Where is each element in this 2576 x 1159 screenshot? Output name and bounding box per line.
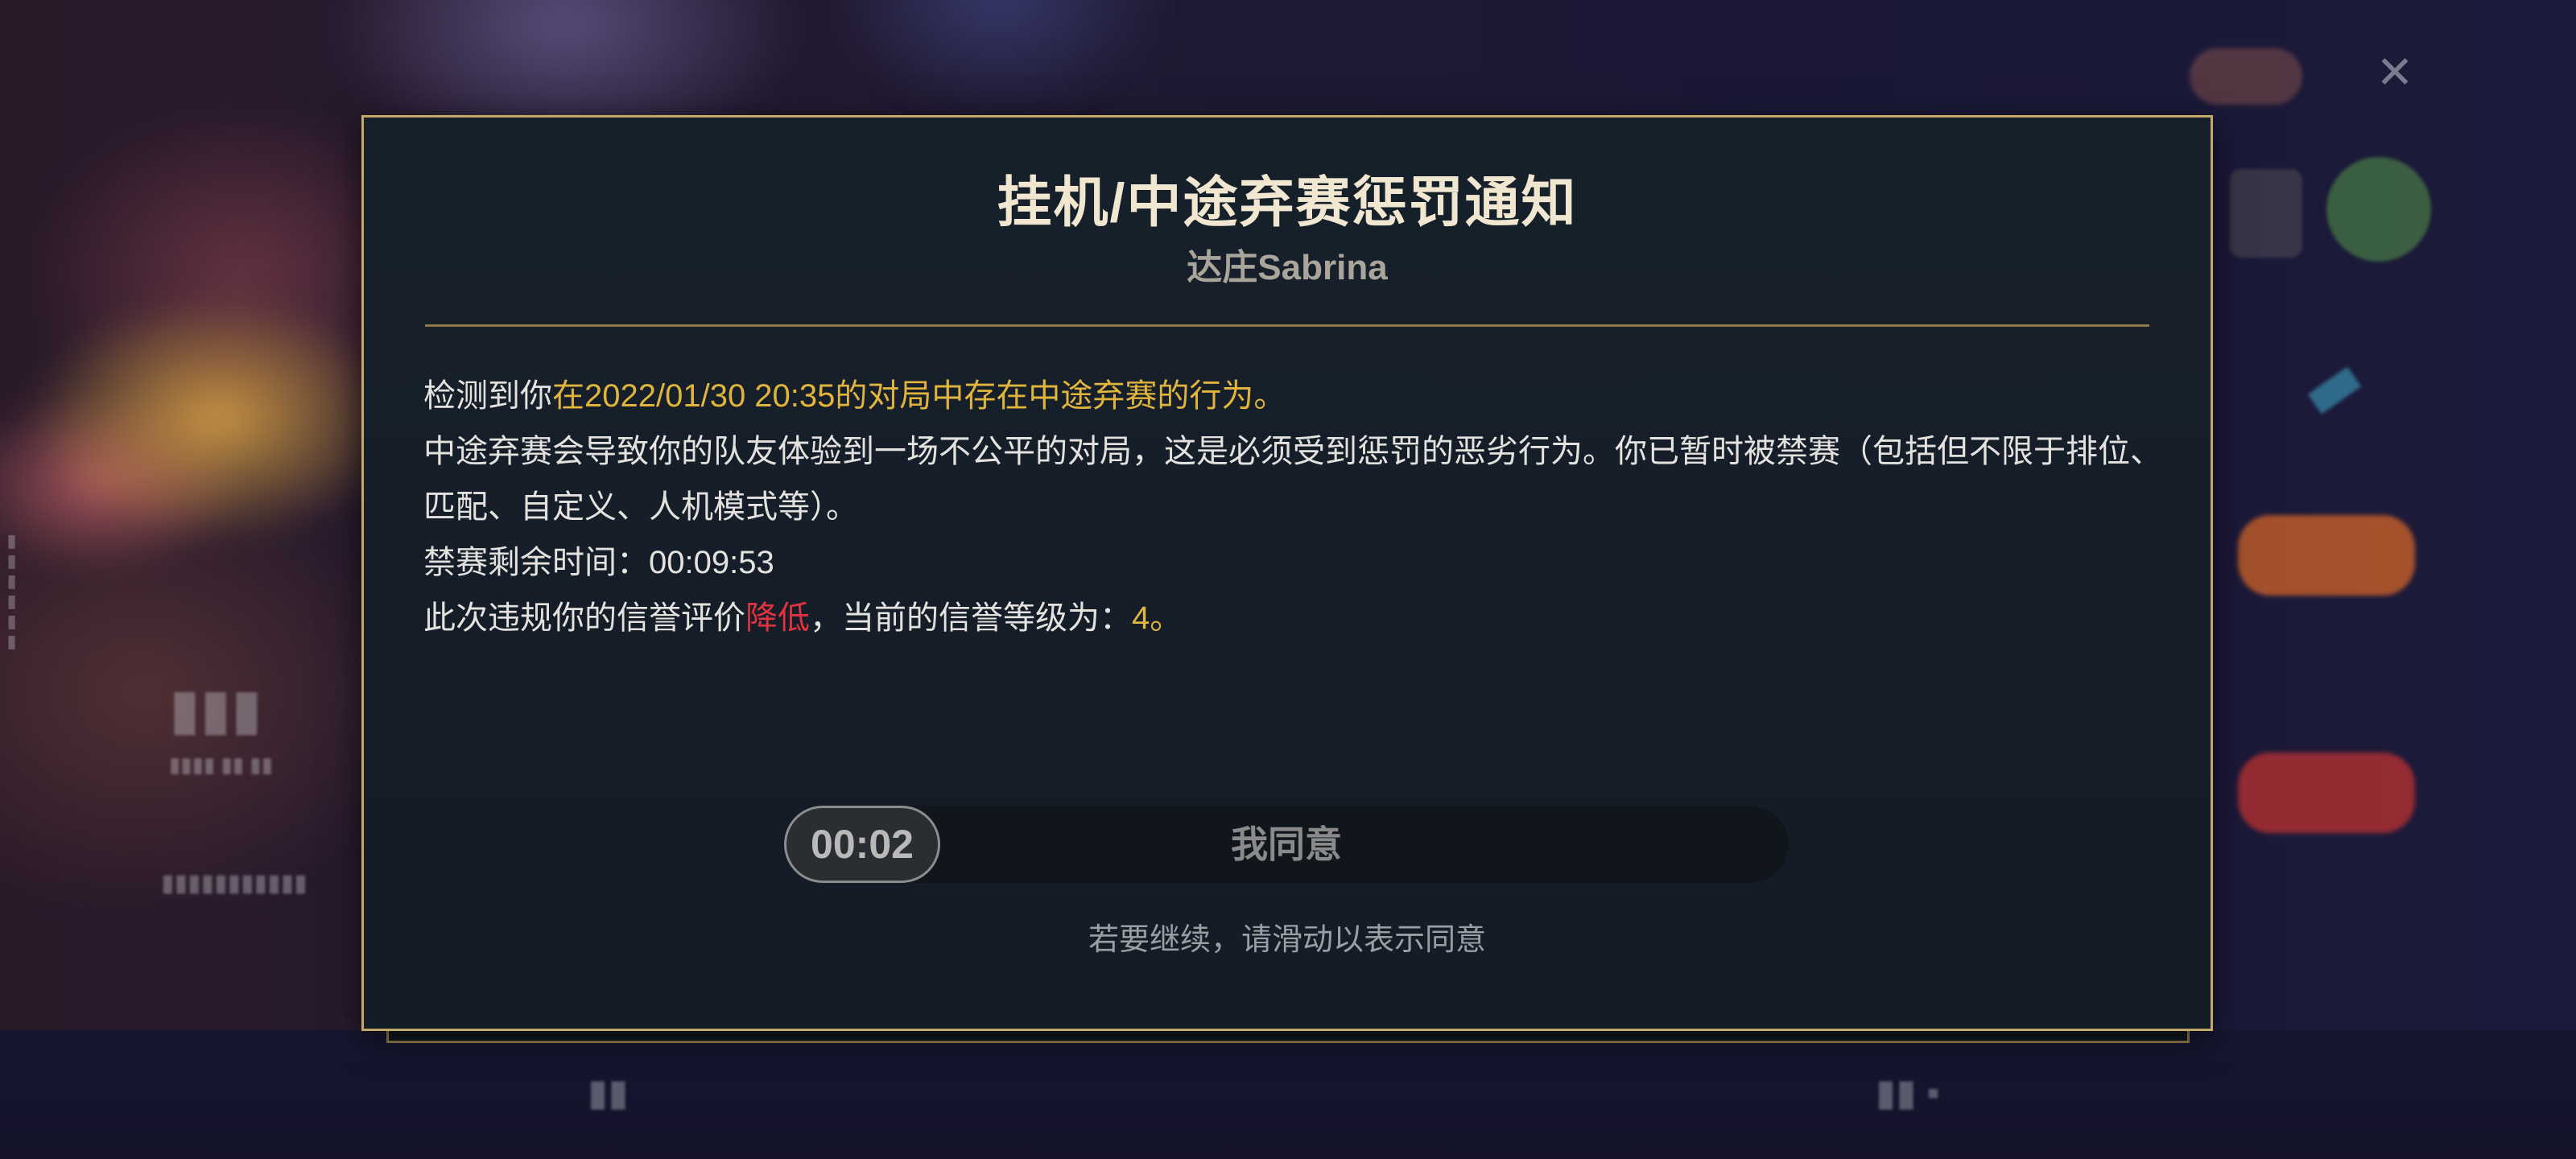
player-name: 达庄Sabrina — [1187, 248, 1388, 287]
blurred-event-date: ▮▮▮▮ ▮▮ ▮▮ — [169, 753, 273, 777]
blurred-event-desc: ▮▮▮▮▮▮▮▮▮▮▮ — [161, 870, 308, 897]
blurred-event-title: ▮▮▮ — [169, 678, 262, 740]
reputation-level: 4 — [1132, 600, 1150, 636]
dialog-message: 检测到你在2022/01/30 20:35的对局中存在中途弃赛的行为。 中途弃赛… — [423, 369, 2162, 646]
blurred-nav-item-home: ▮▮ — [588, 1071, 629, 1113]
bottom-nav-bar — [0, 1030, 2576, 1159]
blurred-red-button — [2238, 753, 2415, 833]
agree-slider[interactable]: 我同意 00:02 — [784, 806, 1789, 883]
blurred-help-icon — [2230, 169, 2302, 258]
blurred-nav-item-right: ▮▮ ▪ — [1876, 1071, 1940, 1113]
explanation-text: 中途弃赛会导致你的队友体验到一场不公平的对局，这是必须受到惩罚的恶劣行为。你已暂… — [423, 434, 2162, 525]
title-divider — [425, 324, 2149, 327]
reputation-line: 此次违规你的信誉评价降低，当前的信誉等级为：4。 — [423, 600, 1183, 636]
ban-remaining-time: 00:09:53 — [649, 545, 774, 580]
blurred-top-button — [2190, 48, 2302, 105]
detection-highlight: 在2022/01/30 20:35的对局中存在中途弃赛的行为。 — [552, 378, 1286, 414]
blurred-avatar-icon — [2326, 157, 2431, 262]
side-build-id: ▮▮▮▮▮▮ — [2, 531, 23, 652]
blurred-orange-button — [2238, 515, 2415, 596]
penalty-notification-dialog: 挂机/中途弃赛惩罚通知 达庄Sabrina 检测到你在2022/01/30 20… — [361, 115, 2213, 1031]
close-icon[interactable]: ✕ — [2371, 48, 2419, 97]
detection-line: 检测到你在2022/01/30 20:35的对局中存在中途弃赛的行为。 — [423, 378, 1286, 414]
reputation-change: 降低 — [745, 600, 810, 636]
slider-knob-countdown[interactable]: 00:02 — [784, 806, 940, 883]
ban-remaining-line: 禁赛剩余时间：00:09:53 — [423, 545, 774, 580]
dialog-title: 挂机/中途弃赛惩罚通知 — [997, 172, 1578, 233]
slide-hint: 若要继续，请滑动以表示同意 — [1088, 923, 1486, 957]
